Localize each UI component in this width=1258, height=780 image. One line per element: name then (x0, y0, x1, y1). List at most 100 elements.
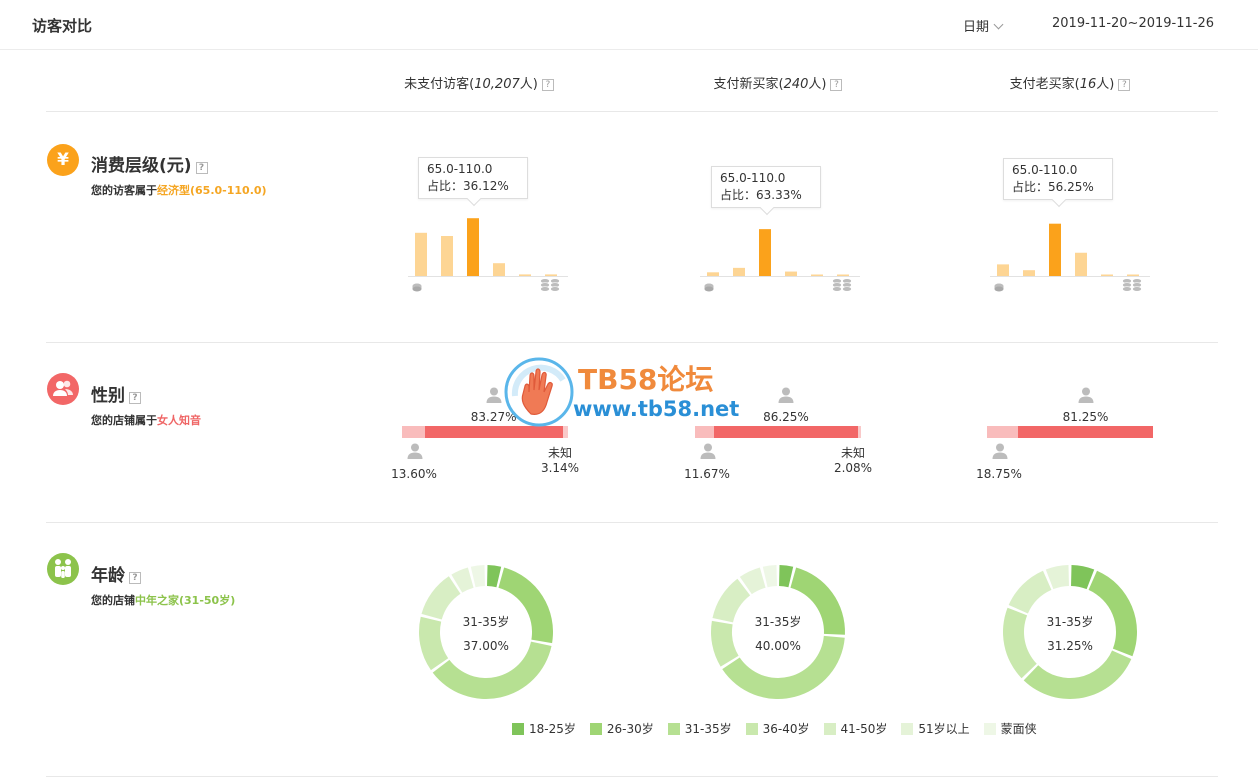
age-donut-slice[interactable] (779, 565, 794, 588)
age-donut-slice[interactable] (498, 567, 553, 644)
page-title: 访客对比 (32, 17, 93, 35)
chevron-down-icon (993, 19, 1004, 30)
coin-scale-icons (994, 278, 1142, 292)
tooltip-range: 65.0-110.0 (427, 162, 493, 176)
coin-stack-icon (1122, 278, 1142, 292)
consumption-bar[interactable] (467, 218, 479, 276)
age-donut-slice[interactable] (1088, 570, 1137, 657)
unknown-percent: 3.14% (540, 461, 580, 475)
legend-label: 蒙面侠 (1000, 722, 1037, 736)
legend-item[interactable]: 36-40岁 (745, 720, 810, 737)
consumption-bar-chart (990, 223, 1150, 277)
consumption-bar[interactable] (837, 274, 849, 277)
consumption-bar[interactable] (1127, 274, 1139, 277)
consumption-bar[interactable] (415, 232, 427, 276)
age-donut-slice[interactable] (1023, 650, 1132, 699)
legend-item[interactable]: 26-30岁 (589, 720, 654, 737)
coin-stack-icon (832, 278, 852, 292)
consumption-bar[interactable] (1023, 270, 1035, 276)
consumption-tooltip: 65.0-110.0 占比：36.12% (418, 157, 528, 207)
female-person-icon (778, 387, 794, 403)
watermark-url: www.tb58.net (573, 397, 740, 421)
consumption-subtitle: 您的访客属于经济型(65.0-110.0) (91, 184, 267, 197)
column-header-new-buyers: 支付新买家(240人)? (648, 73, 908, 92)
tooltip-range: 65.0-110.0 (720, 171, 786, 185)
legend-label: 51岁以上 (918, 722, 970, 736)
donut-center-value: 37.00% (463, 639, 509, 653)
age-donut-slice[interactable] (470, 565, 485, 588)
legend-swatch (745, 722, 758, 735)
female-person-icon (486, 387, 502, 403)
help-icon[interactable]: ? (830, 79, 843, 91)
age-donut-slice[interactable] (711, 620, 739, 667)
consumption-title: 消费层级(元)? (91, 151, 208, 176)
consumption-bar-chart (700, 229, 860, 277)
consumption-bar[interactable] (707, 272, 719, 276)
gender-bar-male[interactable] (402, 426, 425, 438)
age-donut-slice[interactable] (421, 576, 461, 620)
donut-center-label: 31-35岁 (1047, 614, 1094, 629)
watermark-text: TB58论坛 (578, 363, 714, 396)
divider (46, 111, 1218, 112)
help-icon[interactable]: ? (129, 392, 141, 404)
legend-swatch (589, 722, 602, 735)
help-icon[interactable]: ? (1118, 79, 1131, 91)
male-percent: 18.75% (976, 467, 1022, 481)
age-donut-slice[interactable] (762, 565, 777, 588)
legend-label: 26-30岁 (606, 722, 654, 736)
legend-label: 36-40岁 (762, 722, 810, 736)
legend-swatch (823, 722, 836, 735)
column-header-unpaid: 未支付访客(10,207人)? (349, 73, 609, 92)
consumption-tooltip: 65.0-110.0 占比：56.25% (1003, 158, 1113, 208)
unknown-label: 未知 (547, 446, 572, 460)
help-icon[interactable]: ? (129, 572, 141, 584)
coin-single-icon (704, 283, 714, 292)
age-donut-slice[interactable] (1003, 607, 1037, 679)
watermark-hand-logo (504, 357, 574, 427)
consumption-tooltip: 65.0-110.0 占比：63.33% (711, 166, 821, 216)
donut-center-value: 31.25% (1047, 639, 1093, 653)
age-donut-slice[interactable] (487, 565, 502, 588)
consumption-bar[interactable] (519, 274, 531, 276)
legend-item[interactable]: 18-25岁 (512, 720, 576, 737)
age-donut-slice[interactable] (419, 616, 449, 671)
gender-bar-female[interactable] (1018, 426, 1153, 438)
consumption-bar[interactable] (785, 271, 797, 276)
gender-bar-male[interactable] (695, 426, 715, 438)
consumption-bar[interactable] (493, 263, 505, 276)
gender-bar-unknown[interactable] (857, 426, 861, 438)
age-donut-slice[interactable] (1008, 570, 1052, 614)
consumption-bar[interactable] (811, 274, 823, 277)
coin-single-icon (412, 283, 422, 292)
family-icon (47, 553, 79, 585)
people-icon-svg (53, 380, 73, 396)
donut-center-label: 31-35岁 (463, 614, 510, 629)
date-dropdown[interactable]: 日期 (963, 16, 1004, 35)
legend-item[interactable]: 31-35岁 (667, 720, 732, 737)
male-person-icon (407, 443, 423, 459)
legend-item[interactable]: 41-50岁 (823, 720, 887, 737)
divider (46, 522, 1218, 523)
date-dropdown-label: 日期 (963, 20, 990, 35)
consumption-bar[interactable] (1075, 252, 1087, 276)
gender-bar-female[interactable] (714, 426, 858, 438)
unknown-percent: 2.08% (833, 461, 873, 475)
age-subtitle: 您的店铺中年之家(31-50岁) (91, 594, 236, 607)
legend-item[interactable]: 51岁以上 (901, 720, 970, 737)
unknown-label: 未知 (840, 446, 865, 460)
male-percent: 13.60% (391, 467, 437, 481)
gender-bar-male[interactable] (987, 426, 1019, 438)
help-icon[interactable]: ? (541, 79, 554, 91)
male-person-icon (700, 443, 716, 459)
age-donut-slice[interactable] (712, 578, 751, 623)
consumption-bar[interactable] (441, 236, 453, 276)
legend-item[interactable]: 蒙面侠 (983, 720, 1037, 737)
consumption-bar[interactable] (545, 274, 557, 276)
consumption-bar[interactable] (1049, 223, 1061, 276)
donut-center-label: 31-35岁 (755, 614, 802, 629)
consumption-bar[interactable] (997, 264, 1009, 276)
help-icon[interactable]: ? (195, 162, 208, 174)
consumption-bar[interactable] (733, 267, 745, 276)
consumption-bar[interactable] (1101, 274, 1113, 277)
consumption-bar[interactable] (759, 229, 771, 276)
